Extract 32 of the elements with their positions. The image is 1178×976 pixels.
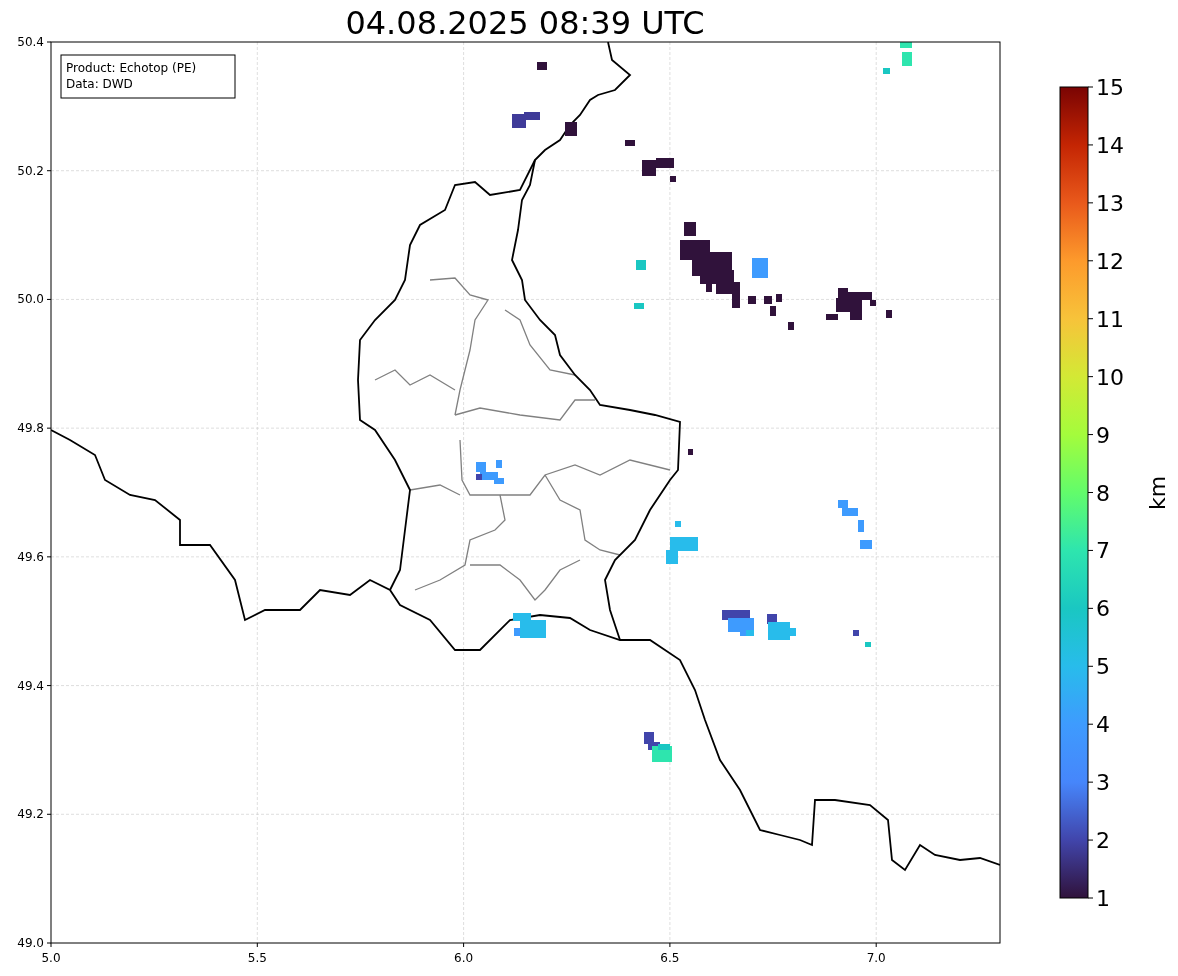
colorbar-tick-label: 13 [1096, 190, 1124, 216]
y-tick-label: 50.4 [17, 35, 44, 49]
y-tick-label: 50.0 [17, 292, 44, 307]
y-tick-label: 49.4 [17, 678, 44, 693]
colorbar-tick-label: 6 [1096, 596, 1110, 622]
colorbar-tick-label: 7 [1096, 538, 1110, 564]
colorbar-tick-label: 1 [1096, 886, 1110, 911]
y-tick-label: 49.6 [17, 549, 44, 564]
colorbar-tick-label: 12 [1096, 248, 1124, 274]
x-tick-label: 6.5 [660, 951, 680, 965]
colorbar-tick-label: 4 [1096, 712, 1110, 738]
info-text: Product: Echotop (PE) [66, 61, 197, 75]
colorbar-tick-label: 5 [1096, 654, 1110, 680]
colorbar-tick-label: 10 [1096, 364, 1124, 390]
colorbar-tick-label: 8 [1096, 480, 1110, 506]
x-tick-label: 5.5 [247, 951, 267, 965]
colorbar-tick-label: 15 [1096, 75, 1124, 100]
y-tick-label: 50.2 [17, 163, 44, 178]
info-text: Data: DWD [66, 77, 133, 91]
colorbar-tick-label: 3 [1096, 770, 1110, 796]
colorbar-label: km [1145, 475, 1170, 511]
y-tick-label: 49.0 [17, 936, 44, 950]
colorbar-tick-label: 11 [1096, 306, 1124, 332]
x-tick-label: 6.0 [454, 951, 474, 965]
y-tick-label: 49.2 [17, 807, 44, 822]
x-tick-label: 5.0 [41, 951, 61, 965]
colorbar-tick-label: 9 [1096, 422, 1110, 448]
chart-title: 04.08.2025 08:39 UTC [345, 4, 705, 42]
x-tick-label: 7.0 [866, 951, 886, 965]
colorbar-tick-label: 14 [1096, 132, 1124, 158]
y-tick-label: 49.8 [17, 421, 44, 436]
colorbar-tick-label: 2 [1096, 828, 1110, 854]
